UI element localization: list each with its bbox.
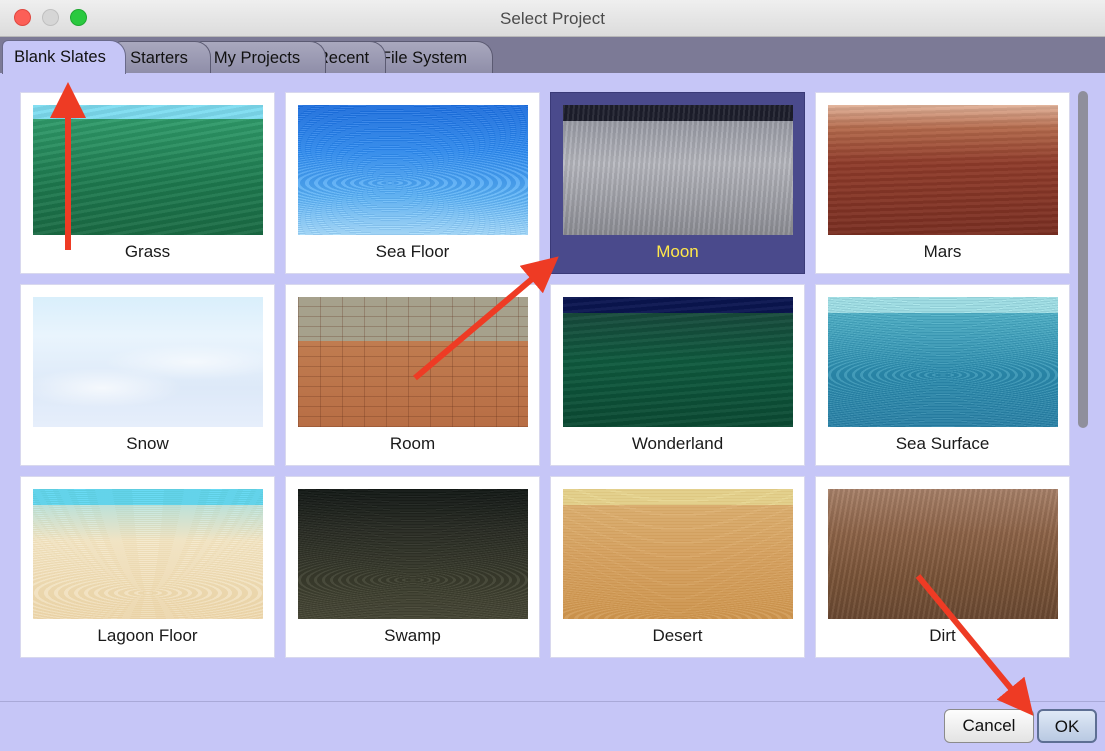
template-label: Wonderland [631, 434, 724, 453]
template-label: Desert [652, 626, 703, 645]
template-card-lagoon-floor[interactable]: Lagoon Floor [20, 476, 275, 658]
mars-thumbnail [828, 105, 1058, 235]
template-card-mars[interactable]: Mars [815, 92, 1070, 274]
snow-thumbnail [33, 297, 263, 427]
template-label: Mars [923, 242, 962, 261]
template-label: Swamp [384, 626, 441, 645]
wonderland-thumbnail [563, 297, 793, 427]
scrollbar-thumb[interactable] [1078, 91, 1088, 428]
grass-thumbnail [33, 105, 263, 235]
template-label: Sea Surface [895, 434, 990, 453]
tab-blank-slates[interactable]: Blank Slates [2, 40, 126, 74]
template-card-sea-floor[interactable]: Sea Floor [285, 92, 540, 274]
template-card-moon[interactable]: Moon [550, 92, 805, 274]
template-label: Grass [124, 242, 171, 261]
moon-thumbnail [563, 105, 793, 235]
template-card-wonderland[interactable]: Wonderland [550, 284, 805, 466]
sea-surface-thumbnail [828, 297, 1058, 427]
template-label: Moon [656, 242, 699, 261]
template-label: Snow [126, 434, 169, 453]
template-card-desert[interactable]: Desert [550, 476, 805, 658]
title-bar: Select Project [0, 0, 1105, 37]
template-card-swamp[interactable]: Swamp [285, 476, 540, 658]
template-label: Room [389, 434, 436, 453]
window-title: Select Project [500, 9, 605, 28]
template-label: Dirt [929, 626, 956, 645]
lagoon-floor-thumbnail [33, 489, 263, 619]
template-card-room[interactable]: Room [285, 284, 540, 466]
vertical-scrollbar[interactable] [1076, 91, 1090, 691]
template-card-dirt[interactable]: Dirt [815, 476, 1070, 658]
select-project-dialog: Select Project File System Recent My Pro… [0, 0, 1105, 751]
template-card-snow[interactable]: Snow [20, 284, 275, 466]
cancel-button[interactable]: Cancel [944, 709, 1034, 743]
template-card-sea-surface[interactable]: Sea Surface [815, 284, 1070, 466]
room-thumbnail [298, 297, 528, 427]
dialog-footer [0, 701, 1105, 751]
template-label: Lagoon Floor [97, 626, 198, 645]
template-label: Sea Floor [375, 242, 450, 261]
swamp-thumbnail [298, 489, 528, 619]
tab-starters[interactable]: Starters [115, 41, 211, 73]
tab-strip: File System Recent My Projects Starters … [0, 37, 1105, 74]
template-card-grass[interactable]: Grass [20, 92, 275, 274]
dirt-thumbnail [828, 489, 1058, 619]
desert-thumbnail [563, 489, 793, 619]
sea-floor-thumbnail [298, 105, 528, 235]
ok-button[interactable]: OK [1037, 709, 1097, 743]
tab-my-projects[interactable]: My Projects [196, 41, 326, 73]
